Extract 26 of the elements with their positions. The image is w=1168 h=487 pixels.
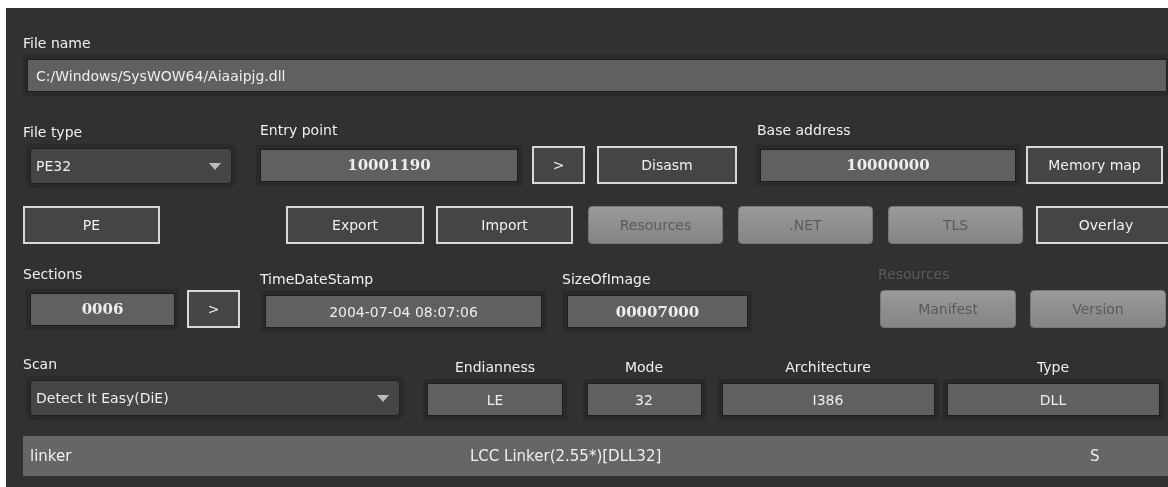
result-name: LCC Linker(2.55*)[DLL32] <box>470 447 663 465</box>
result-row[interactable]: linker LCC Linker(2.55*)[DLL32] S <box>23 436 1168 476</box>
go-button[interactable]: > <box>187 290 240 328</box>
field-label: TimeDateStamp <box>260 270 374 289</box>
field-label: Entry point <box>260 121 338 140</box>
field-label: Mode <box>624 358 664 377</box>
action-button[interactable]: Export <box>286 206 424 244</box>
field-label: SizeOfImage <box>562 270 651 289</box>
go-button[interactable]: > <box>532 146 585 184</box>
field-label: Base address <box>757 121 851 140</box>
disasm-button[interactable]: Disasm <box>597 146 737 184</box>
action-button[interactable]: Overlay <box>1036 206 1168 244</box>
action-button[interactable]: PE <box>23 206 160 244</box>
field-label: Sections <box>23 265 83 284</box>
dropdown-caret-icon <box>377 394 389 402</box>
field-label: File type <box>23 123 83 142</box>
action-button[interactable]: Import <box>436 206 573 244</box>
result-type: linker <box>30 447 73 465</box>
field-label: Endianness <box>455 358 535 377</box>
dropdown-caret-icon <box>209 162 221 170</box>
result-status-text: S <box>1090 447 1101 465</box>
field-label: Scan <box>23 355 58 374</box>
field-label: Architecture <box>785 358 871 377</box>
memory-map-button[interactable]: Memory map <box>1026 146 1163 184</box>
field-label: Type <box>1036 358 1070 377</box>
field-label: File name <box>23 34 92 53</box>
